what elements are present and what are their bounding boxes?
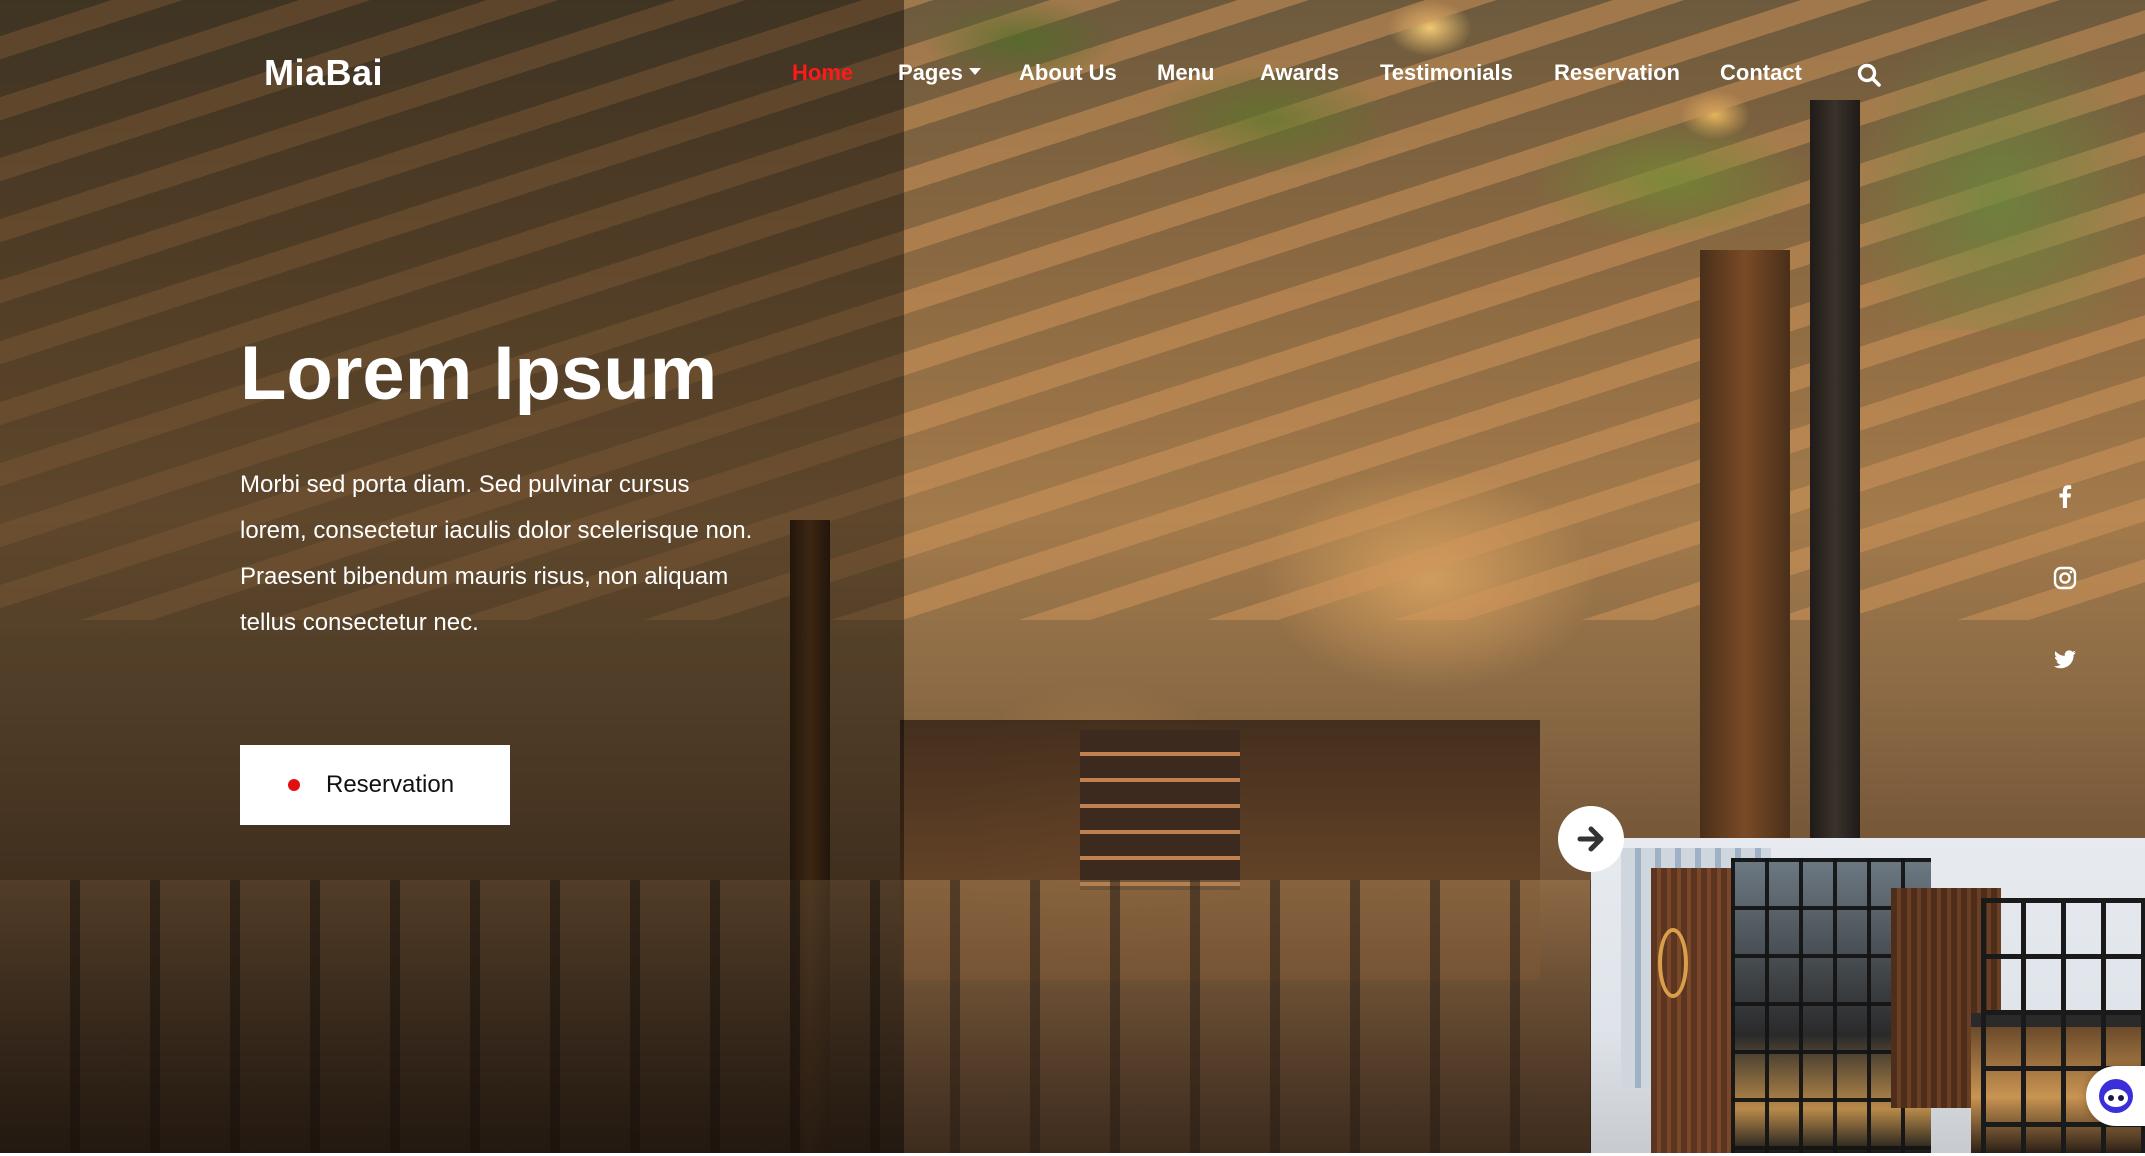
nav-reservation[interactable]: Reservation bbox=[1554, 60, 1680, 86]
nav-testimonials[interactable]: Testimonials bbox=[1380, 60, 1513, 86]
hanging-plants bbox=[820, 0, 2145, 330]
arrow-right-icon bbox=[1577, 826, 1604, 852]
reservation-button-label: Reservation bbox=[326, 771, 455, 798]
chat-bot-icon bbox=[2099, 1079, 2133, 1113]
nav-menu[interactable]: Menu bbox=[1157, 60, 1214, 86]
facebook-icon[interactable] bbox=[2050, 481, 2080, 511]
next-slide-thumbnail[interactable] bbox=[1591, 838, 2145, 1153]
twitter-icon[interactable] bbox=[2050, 644, 2080, 674]
next-slide-button[interactable] bbox=[1558, 806, 1624, 872]
site-logo[interactable]: MiaBai bbox=[264, 52, 383, 94]
reservation-button[interactable]: Reservation bbox=[240, 745, 510, 825]
nav-awards[interactable]: Awards bbox=[1260, 60, 1339, 86]
caret-down-icon bbox=[968, 67, 981, 75]
search-icon[interactable] bbox=[1856, 62, 1882, 88]
thumbnail-logo-ring bbox=[1658, 928, 1688, 998]
dot-icon bbox=[288, 779, 300, 791]
chat-widget[interactable] bbox=[2086, 1066, 2145, 1126]
instagram-icon[interactable] bbox=[2050, 563, 2080, 593]
hero-title: Lorem Ipsum bbox=[240, 331, 718, 416]
nav-pages-label: Pages bbox=[898, 60, 963, 85]
bar-shelves bbox=[1080, 730, 1240, 890]
hero-description: Morbi sed porta diam. Sed pulvinar cursu… bbox=[240, 471, 753, 636]
nav-home[interactable]: Home bbox=[792, 60, 853, 86]
nav-pages[interactable]: Pages bbox=[898, 60, 981, 86]
nav-about-us[interactable]: About Us bbox=[1019, 60, 1117, 86]
nav-contact[interactable]: Contact bbox=[1720, 60, 1802, 86]
